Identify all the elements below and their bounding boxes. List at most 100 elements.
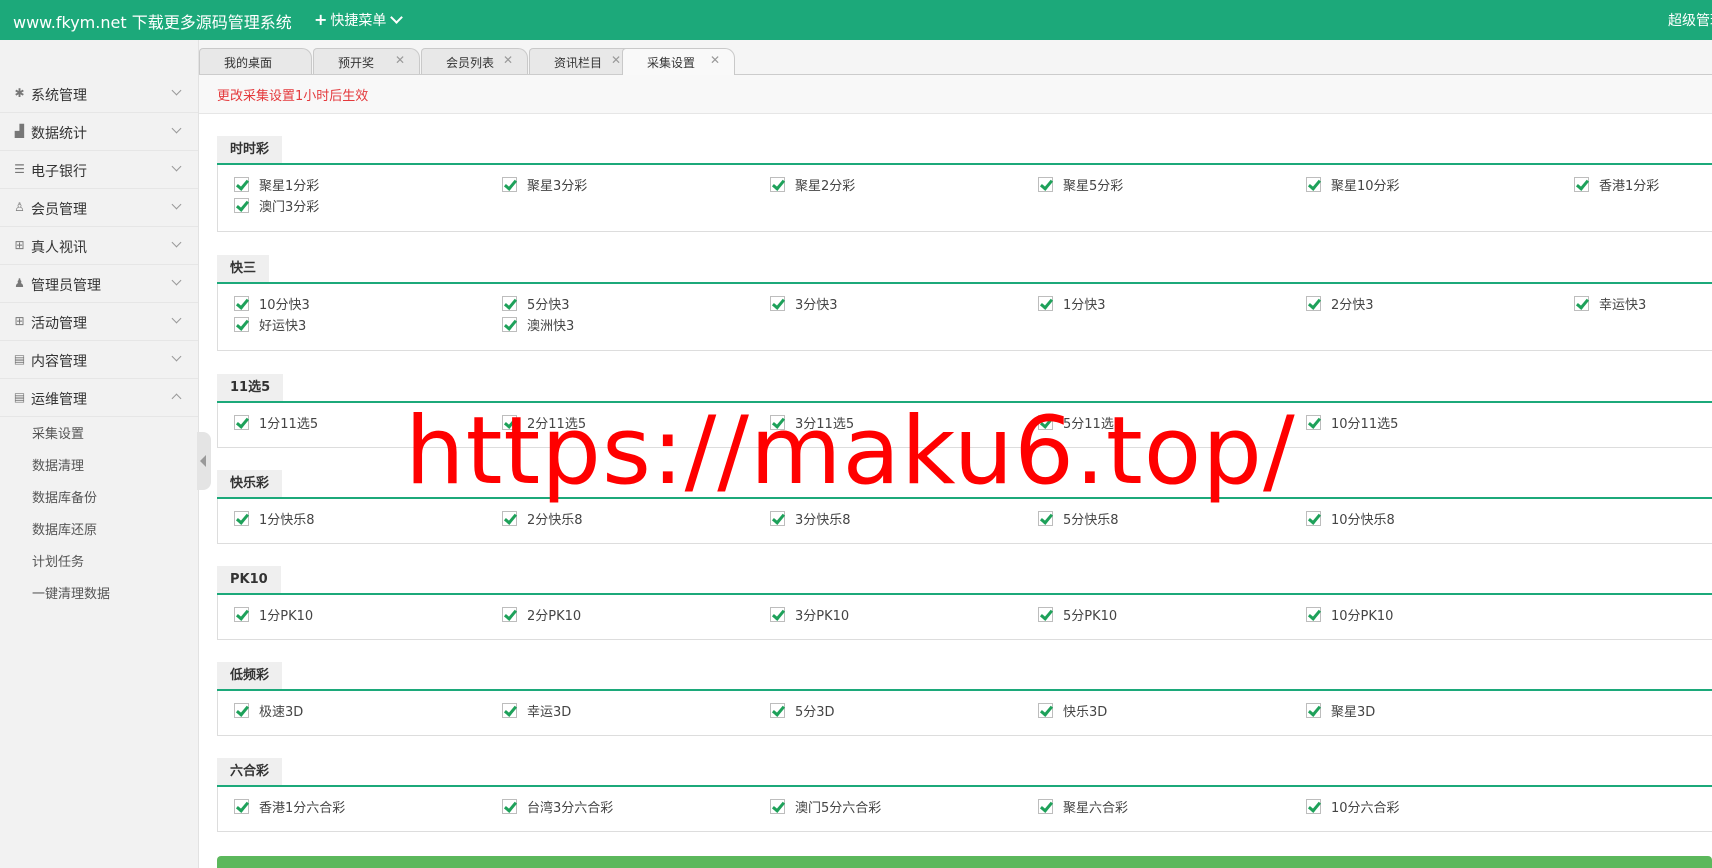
option-label: 聚星3D (1331, 705, 1376, 720)
checkbox-checked-icon (502, 511, 517, 526)
submenu-item-collect-settings[interactable]: 采集设置 (0, 419, 198, 451)
option-label: 澳门3分彩 (259, 200, 320, 215)
sidebar-item-admins[interactable]: ♟ 管理员管理 (0, 265, 198, 303)
group-title: 时时彩 (217, 136, 283, 163)
chevron-up-icon (171, 393, 182, 404)
checkbox-checked-icon (1574, 296, 1589, 311)
option-label: 3分PK10 (795, 609, 850, 624)
option-label: 聚星六合彩 (1063, 801, 1129, 816)
close-icon[interactable]: ✕ (395, 53, 405, 67)
option-label: 好运快3 (259, 319, 307, 334)
group-title: PK10 (217, 566, 281, 593)
checkbox-checked-icon (502, 607, 517, 622)
option-label: 3分快乐8 (795, 513, 851, 528)
checkbox-checked-icon (1038, 799, 1053, 814)
option-label: 聚星10分彩 (1331, 179, 1400, 194)
group-options: 1分11选5 2分11选5 3分11选5 5分11选5 10分11选5 (217, 403, 1712, 448)
option-label: 香港1分彩 (1599, 179, 1660, 194)
option-label: 聚星2分彩 (795, 179, 856, 194)
checkbox-checked-icon (770, 415, 785, 430)
option-label: 5分11选5 (1063, 417, 1123, 432)
plus-icon: + (314, 10, 328, 29)
option-label: 聚星5分彩 (1063, 179, 1124, 194)
checkbox-checked-icon (502, 317, 517, 332)
close-icon[interactable]: ✕ (710, 53, 720, 67)
option-label: 极速3D (259, 705, 304, 720)
sidebar-item-label: 内容管理 (31, 354, 87, 370)
checkbox-checked-icon (234, 177, 249, 192)
tab-pre-draw[interactable]: 预开奖 ✕ (313, 48, 420, 74)
option-label: 澳洲快3 (527, 319, 575, 334)
checkbox-checked-icon (1306, 296, 1321, 311)
submenu-item-one-click-cleanup[interactable]: 一键清理数据 (0, 579, 198, 611)
checkbox-checked-icon (234, 317, 249, 332)
submenu-item-db-backup[interactable]: 数据库备份 (0, 483, 198, 515)
sidebar-item-live-video[interactable]: ⊞ 真人视讯 (0, 227, 198, 265)
option-label: 聚星3分彩 (527, 179, 588, 194)
tab-collect-settings[interactable]: 采集设置 ✕ (622, 48, 735, 75)
group-title: 11选5 (217, 374, 284, 401)
option-label: 10分六合彩 (1331, 801, 1400, 816)
option-label: 幸运快3 (1599, 298, 1647, 313)
group-options: 1分快乐8 2分快乐8 3分快乐8 5分快乐8 10分快乐8 (217, 499, 1712, 544)
option-label: 澳门5分六合彩 (795, 801, 882, 816)
option-label: 1分快乐8 (259, 513, 315, 528)
sidebar-item-content[interactable]: ▤ 内容管理 (0, 341, 198, 379)
checkbox-checked-icon (234, 607, 249, 622)
sidebar-item-members[interactable]: ♙ 会员管理 (0, 189, 198, 227)
submit-button[interactable] (217, 856, 1712, 868)
submenu-item-db-restore[interactable]: 数据库还原 (0, 515, 198, 547)
sidebar-item-activities[interactable]: ⊞ 活动管理 (0, 303, 198, 341)
brand-title[interactable]: www.fkym.net 下载更多源码管理系统 (13, 9, 292, 33)
document-icon: ▤ (13, 352, 26, 366)
tab-my-desktop[interactable]: 我的桌面 (199, 48, 312, 74)
submenu-item-data-cleanup[interactable]: 数据清理 (0, 451, 198, 483)
group-options: 极速3D 幸运3D 5分3D 快乐3D 聚星3D (217, 691, 1712, 736)
option-label: 2分快3 (1331, 298, 1374, 313)
gift-icon: ⊞ (14, 238, 25, 252)
tab-news-columns[interactable]: 资讯栏目 ✕ (529, 48, 636, 74)
sidebar-collapse-handle[interactable] (197, 432, 211, 490)
checkbox-checked-icon (234, 415, 249, 430)
tab-label: 采集设置 (647, 56, 696, 70)
group-options: 10分快3 5分快3 3分快3 1分快3 2分快3 幸运快3 好运快3 澳洲快3 (217, 284, 1712, 351)
tab-member-list[interactable]: 会员列表 ✕ (421, 48, 528, 74)
checkbox-checked-icon (770, 296, 785, 311)
group-title: 快乐彩 (217, 470, 283, 497)
checkbox-checked-icon (1306, 415, 1321, 430)
option-label: 5分快乐8 (1063, 513, 1119, 528)
chevron-down-icon (171, 85, 182, 96)
option-label: 10分PK10 (1331, 609, 1394, 624)
sidebar-item-label: 运维管理 (31, 392, 87, 408)
user-menu[interactable]: 超级管理员 (1668, 10, 1712, 30)
option-label: 3分11选5 (795, 417, 855, 432)
option-label: 3分快3 (795, 298, 838, 313)
close-icon[interactable]: ✕ (503, 53, 513, 67)
collapse-left-icon (200, 455, 206, 467)
chevron-down-icon (171, 199, 182, 210)
checkbox-checked-icon (502, 703, 517, 718)
top-bar: www.fkym.net 下载更多源码管理系统 +快捷菜单 超级管理员 (0, 0, 1712, 40)
checkbox-checked-icon (502, 296, 517, 311)
sidebar-item-ebank[interactable]: ☰ 电子银行 (0, 151, 198, 189)
notice-text: 更改采集设置1小时后生效 (217, 89, 369, 104)
chevron-down-icon (171, 237, 182, 248)
option-label: 10分11选5 (1331, 417, 1399, 432)
checkbox-checked-icon (1038, 415, 1053, 430)
admin-user-icon: ♟ (14, 276, 25, 290)
tab-label: 我的桌面 (224, 56, 273, 70)
close-icon[interactable]: ✕ (611, 53, 621, 67)
sidebar-item-system[interactable]: ✱ 系统管理 (0, 75, 198, 113)
option-label: 1分11选5 (259, 417, 319, 432)
gear-icon: ✱ (14, 86, 25, 100)
option-label: 快乐3D (1063, 705, 1108, 720)
group-title: 低频彩 (217, 662, 283, 689)
option-label: 台湾3分六合彩 (527, 801, 614, 816)
option-label: 2分PK10 (527, 609, 582, 624)
chevron-down-icon (171, 275, 182, 286)
sidebar-item-statistics[interactable]: ▟ 数据统计 (0, 113, 198, 151)
submenu-item-scheduled-tasks[interactable]: 计划任务 (0, 547, 198, 579)
quick-menu-button[interactable]: + 快捷菜单 (314, 10, 404, 30)
sidebar-item-ops[interactable]: ▤ 运维管理 (0, 379, 198, 417)
checkbox-checked-icon (502, 415, 517, 430)
